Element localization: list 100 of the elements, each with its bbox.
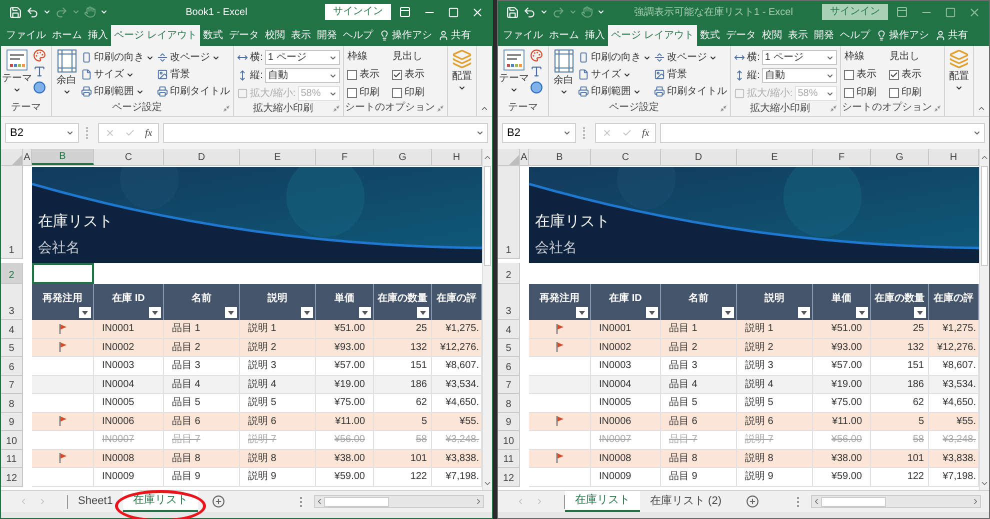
ribbon-button[interactable]: 印刷の向き [81,49,154,66]
scale-dropdown[interactable]: 自動 [264,68,340,83]
column-header[interactable]: D [164,149,240,165]
row-number: 2 [1,263,23,284]
ribbon-tab[interactable]: データ [722,25,759,46]
row-number: 4 [498,320,520,338]
row-number: 5 [1,338,23,357]
ribbon-tab[interactable]: ファイル [3,25,49,46]
column-header[interactable]: F [316,149,374,165]
sign-in-button[interactable]: サインイン [822,4,888,20]
theme-button[interactable]: テーマ [501,49,527,101]
tell-me-button[interactable]: 操作アシ [872,25,932,46]
column-header[interactable]: E [737,149,813,165]
ribbon-tab[interactable]: 校閲 [758,25,785,46]
checkbox-option[interactable]: 印刷 [889,85,932,100]
ribbon-tab[interactable]: 挿入 [85,25,111,46]
column-header[interactable]: C [94,149,164,165]
row-number: 1 [1,166,23,259]
table-cell: 品目 6 [164,412,240,431]
theme-button[interactable]: テーマ [4,49,30,101]
ribbon-tab[interactable]: 開発 [314,25,340,46]
column-header[interactable]: B [32,149,94,165]
arrange-button[interactable]: 配置 [452,49,472,92]
ribbon-button[interactable]: 背景 [654,66,728,83]
ribbon-tab[interactable]: ページ レイアウト [111,25,200,46]
ribbon-button[interactable]: サイズ [81,66,154,83]
column-header[interactable]: B [529,149,591,165]
ribbon-button[interactable]: 印刷範囲 [578,83,652,100]
ribbon-tab[interactable]: 数式 [696,25,723,46]
column-header[interactable]: C [591,149,661,165]
row-number: 6 [1,357,23,376]
table-cell: 品目 3 [661,357,737,376]
name-box[interactable]: B2 [502,123,576,143]
ribbon-button[interactable]: 印刷範囲 [81,83,154,100]
ribbon-button[interactable]: 背景 [157,66,230,83]
insert-function-button[interactable]: fx [145,126,152,140]
checkbox-option[interactable]: 表示 [844,67,886,82]
ribbon-tab[interactable]: ヘルプ [340,25,376,46]
checkbox-option[interactable]: 表示 [392,67,434,82]
ribbon-button[interactable]: サイズ [578,66,652,83]
table-cell: ¥3,534. [929,376,979,394]
ribbon-tab[interactable]: ホーム [546,25,582,46]
scale-dropdown[interactable]: 1 ページ [762,50,838,65]
table-cell: ¥55. [432,412,482,431]
ribbon-button[interactable]: 印刷タイトル [654,83,728,100]
checkbox-option[interactable]: 印刷 [392,85,434,100]
column-header[interactable]: G [871,149,929,165]
table-cell: 品目 7 [164,431,240,450]
checkbox-option[interactable]: 印刷 [347,85,390,100]
checkbox-option[interactable]: 印刷 [844,85,886,100]
arrange-button[interactable]: 配置 [948,49,969,92]
margins-button[interactable]: 余白 [552,49,576,101]
column-header[interactable]: G [374,149,432,165]
column-header[interactable]: E [240,149,316,165]
group-label: 拡大縮小印刷 [750,102,810,116]
table-cell: 説明 5 [737,394,813,412]
ribbon-tab[interactable]: ヘルプ [836,25,873,46]
ribbon-tab[interactable]: 校閲 [262,25,288,46]
ribbon-tab[interactable]: 開発 [810,25,837,46]
group-label: テーマ [11,101,42,115]
ribbon-tab[interactable]: 表示 [288,25,314,46]
table-cell: 品目 6 [661,412,737,431]
scale-dropdown[interactable]: 1 ページ [264,50,340,65]
field-label: 縦: [250,69,263,83]
table-cell: 品目 3 [164,357,240,376]
sheet-tab[interactable]: 在庫リスト [565,491,640,512]
column-header[interactable]: D [661,149,737,165]
ribbon-tab[interactable]: 挿入 [582,25,608,46]
ribbon-button[interactable]: 改ページ [654,49,728,66]
ribbon-button[interactable]: 印刷タイトル [157,83,230,100]
ribbon-tab[interactable]: 数式 [200,25,226,46]
scale-dropdown[interactable]: 自動 [762,68,838,83]
column-header[interactable]: A [520,149,529,165]
ribbon-tab[interactable]: ホーム [49,25,85,46]
share-button[interactable]: 共有 [434,25,474,46]
tell-me-button[interactable]: 操作アシ [376,25,435,46]
row-number: 10 [498,431,520,450]
field-label: 縦: [747,69,760,83]
ribbon-tab[interactable]: ページ レイアウト [608,25,697,46]
sign-in-button[interactable]: サインイン [325,4,391,20]
sheet-tab[interactable]: Sheet1 [68,491,123,512]
table-cell: 説明 6 [240,412,316,431]
column-header[interactable]: F [813,149,871,165]
column-header-label: 在庫の評 [436,291,476,306]
column-header-label: 説明 [268,292,288,306]
table-cell: 品目 8 [164,450,240,468]
share-button[interactable]: 共有 [932,25,971,46]
ribbon-tab[interactable]: データ [226,25,262,46]
ribbon-button[interactable]: 改ページ [157,49,230,66]
ribbon-tab[interactable]: ファイル [500,25,546,46]
margins-button[interactable]: 余白 [55,49,78,101]
checkbox-option[interactable]: 表示 [347,67,390,82]
row-number: 6 [498,357,520,376]
insert-function-button[interactable]: fx [642,126,650,140]
checkbox-option[interactable]: 表示 [889,67,932,82]
table-cell: ¥3,838. [929,450,979,468]
ribbon-button[interactable]: 印刷の向き [578,49,652,66]
sheet-tab[interactable]: 在庫リスト (2) [640,491,732,512]
ribbon-tab[interactable]: 表示 [784,25,811,46]
name-box[interactable]: B2 [5,123,79,143]
